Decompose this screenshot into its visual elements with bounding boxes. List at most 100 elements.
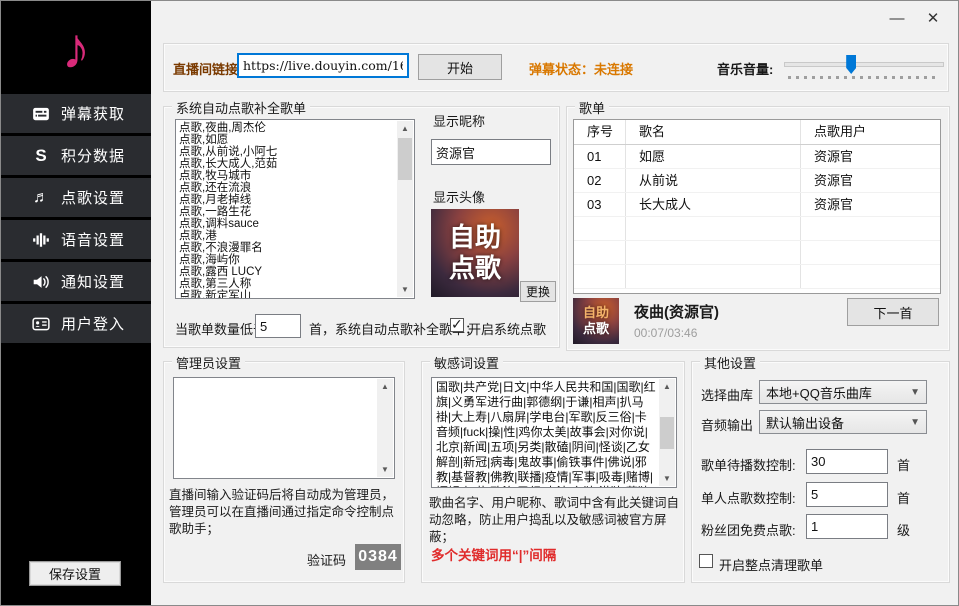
danmaku-status-text: 弹幕状态：未连接 (529, 59, 633, 78)
song-line[interactable]: 点歌,露西 LUCY (176, 266, 414, 278)
system-song-label: 开启系统点歌 (468, 319, 546, 338)
song-line[interactable]: 点歌,第三人称 (176, 278, 414, 290)
auto-song-listbox[interactable]: 点歌,夜曲,周杰伦点歌,如愿点歌,从前说,小阿七点歌,长大成人,范茹点歌,牧马城… (175, 119, 415, 299)
queue-limit-input[interactable] (806, 449, 888, 474)
table-cell (801, 241, 940, 264)
sidebar-item-points[interactable]: S 积分数据 (1, 136, 151, 175)
sensitive-scrollbar[interactable]: ▲ ▼ (659, 379, 675, 486)
song-line[interactable]: 点歌,海屿你 (176, 254, 414, 266)
table-cell: 如愿 (626, 145, 801, 168)
sensitive-hint-text: 多个关键词用“|”间隔 (431, 547, 681, 565)
scroll-up-icon[interactable]: ▲ (377, 379, 393, 394)
hourly-clear-checkbox[interactable] (699, 554, 713, 568)
volume-slider-thumb[interactable] (846, 55, 856, 74)
admin-scrollbar[interactable]: ▲ ▼ (377, 379, 393, 477)
sidebar-item-label: 通知设置 (61, 271, 125, 292)
sensitive-textarea[interactable]: 国歌|共产党|日文|中华人民共和国|国歌|红旗|义勇军进行曲|郭德纲|于谦|相声… (431, 377, 677, 488)
song-line[interactable]: 点歌,长大成人,范茹 (176, 158, 414, 170)
scroll-down-icon[interactable]: ▼ (377, 462, 393, 477)
admin-help-text: 直播间输入验证码后将自动成为管理员，管理员可以在直播间通过指定命令控制点歌助手； (169, 487, 399, 538)
points-s-icon: S (31, 146, 51, 166)
song-line[interactable]: 点歌,新定军山 (176, 290, 414, 299)
table-cell (801, 265, 940, 288)
close-button[interactable]: ✕ (920, 7, 946, 31)
queue-limit-unit: 首 (897, 455, 910, 474)
table-cell: 长大成人 (626, 193, 801, 216)
playlist-table-body: 01如愿资源官02从前说资源官03长大成人资源官 (574, 145, 940, 289)
song-line[interactable]: 点歌,月老掉线 (176, 194, 414, 206)
song-line[interactable]: 点歌,牧马城市 (176, 170, 414, 182)
table-row[interactable]: 02从前说资源官 (574, 169, 940, 193)
table-cell (626, 241, 801, 264)
minimize-button[interactable]: — (884, 7, 910, 31)
audio-output-label: 音频输出 (701, 415, 753, 434)
chevron-down-icon: ▼ (910, 417, 920, 428)
table-cell: 资源官 (801, 145, 940, 168)
playlist-group-title: 歌单 (575, 98, 609, 117)
captcha-value-badge: 0384 (355, 544, 401, 570)
system-song-checkbox[interactable] (450, 318, 464, 332)
table-cell (574, 265, 626, 288)
threshold-input[interactable] (255, 314, 301, 338)
table-row[interactable]: 01如愿资源官 (574, 145, 940, 169)
start-button[interactable]: 开始 (418, 54, 502, 80)
song-line[interactable]: 点歌,从前说,小阿七 (176, 146, 414, 158)
queue-limit-label: 歌单待播数控制: (701, 455, 796, 474)
library-select[interactable]: 本地+QQ音乐曲库 ▼ (759, 380, 927, 404)
listbox-scrollbar-thumb[interactable] (398, 138, 412, 180)
volume-slider-track[interactable] (784, 62, 944, 67)
volume-slider-ticks (788, 76, 940, 79)
sidebar-item-song-settings[interactable]: ♬ 点歌设置 (1, 178, 151, 217)
avatar-text-line1: 自助 (449, 222, 501, 253)
song-line[interactable]: 点歌,不浪漫罪名 (176, 242, 414, 254)
sidebar-item-notify-settings[interactable]: 通知设置 (1, 262, 151, 301)
sensitive-scrollbar-thumb[interactable] (660, 417, 674, 449)
song-line[interactable]: 点歌,如愿 (176, 134, 414, 146)
playlist-table-header: 序号歌名点歌用户 (574, 120, 940, 145)
playlist-table: 序号歌名点歌用户 01如愿资源官02从前说资源官03长大成人资源官 (573, 119, 941, 294)
avatar-text-line2: 点歌 (583, 321, 609, 337)
song-line[interactable]: 点歌,还在流浪 (176, 182, 414, 194)
audio-output-select[interactable]: 默认输出设备 ▼ (759, 410, 927, 434)
scroll-down-icon[interactable]: ▼ (397, 282, 413, 297)
listbox-scrollbar[interactable]: ▲ ▼ (397, 121, 413, 297)
song-line[interactable]: 点歌,一路生花 (176, 206, 414, 218)
sidebar-item-voice-settings[interactable]: 语音设置 (1, 220, 151, 259)
save-settings-button[interactable]: 保存设置 (29, 561, 121, 586)
per-user-limit-input[interactable] (806, 482, 888, 507)
song-line[interactable]: 点歌,调料sauce (176, 218, 414, 230)
scroll-down-icon[interactable]: ▼ (659, 471, 675, 486)
table-row[interactable]: 03长大成人资源官 (574, 193, 940, 217)
admin-group-title: 管理员设置 (172, 353, 245, 372)
song-line[interactable]: 点歌,夜曲,周杰伦 (176, 122, 414, 134)
sidebar-item-label: 点歌设置 (61, 187, 125, 208)
captcha-label: 验证码 (307, 550, 346, 569)
nickname-input[interactable] (431, 139, 551, 165)
sidebar: ♪ 弹幕获取 S 积分数据 ♬ 点歌设置 语音设置 通知设置 (1, 1, 151, 606)
fans-free-input[interactable] (806, 514, 888, 539)
auto-playlist-group-title: 系统自动点歌补全歌单 (172, 98, 310, 117)
volume-slider[interactable] (784, 53, 944, 79)
scroll-up-icon[interactable]: ▲ (397, 121, 413, 136)
table-cell: 02 (574, 169, 626, 192)
table-cell (626, 265, 801, 288)
danmaku-list-icon (31, 104, 51, 124)
sidebar-item-danmaku[interactable]: 弹幕获取 (1, 94, 151, 133)
app-window: ♪ 弹幕获取 S 积分数据 ♬ 点歌设置 语音设置 通知设置 (0, 0, 959, 606)
table-cell: 资源官 (801, 193, 940, 216)
song-line[interactable]: 点歌,港 (176, 230, 414, 242)
admin-textarea[interactable]: ▲ ▼ (173, 377, 395, 479)
sidebar-item-user-login[interactable]: 用户登入 (1, 304, 151, 343)
scroll-up-icon[interactable]: ▲ (659, 379, 675, 394)
change-avatar-button[interactable]: 更换 (520, 281, 556, 302)
hourly-clear-label: 开启整点清理歌单 (719, 555, 823, 574)
next-song-button[interactable]: 下一首 (847, 298, 939, 326)
live-link-input[interactable] (237, 53, 409, 78)
avatar-text-line1: 自助 (583, 305, 609, 321)
column-header: 序号 (574, 120, 626, 144)
sidebar-item-label: 积分数据 (61, 145, 125, 166)
other-settings-group-title: 其他设置 (700, 353, 760, 372)
table-cell: 资源官 (801, 169, 940, 192)
sidebar-item-label: 用户登入 (61, 313, 125, 334)
avatar-label: 显示头像 (433, 187, 485, 206)
